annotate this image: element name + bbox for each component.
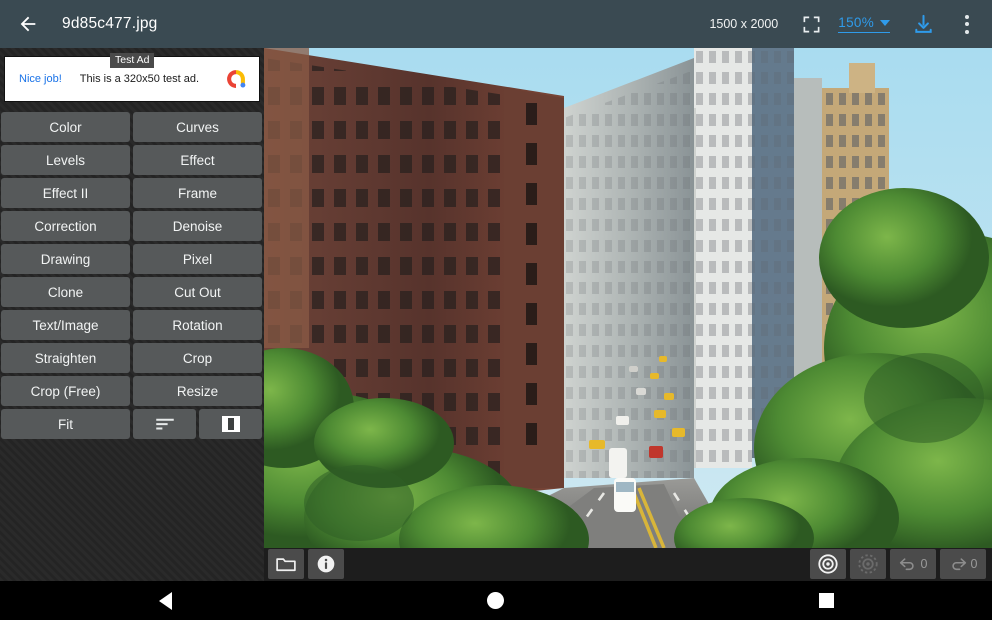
admob-logo-icon xyxy=(223,66,249,92)
ad-banner[interactable]: Nice job! This is a 320x50 test ad. Test… xyxy=(4,56,260,102)
overflow-menu-button[interactable] xyxy=(952,4,982,44)
more-vertical-icon-dot2 xyxy=(965,22,969,26)
tool-button-levels[interactable]: Levels xyxy=(1,145,130,175)
zoom-level-dropdown[interactable]: 150% xyxy=(838,15,890,33)
tool-button-clone[interactable]: Clone xyxy=(1,277,130,307)
redo-count: 0 xyxy=(971,557,978,571)
zoom-level-value: 150% xyxy=(838,15,874,30)
tool-button-effect[interactable]: Effect xyxy=(133,145,262,175)
redo-icon xyxy=(949,556,967,572)
tool-button-straighten[interactable]: Straighten xyxy=(1,343,130,373)
photo-editor-app: 9d85c477.jpg 1500 x 2000 150% xyxy=(0,0,992,620)
tool-button-correction[interactable]: Correction xyxy=(1,211,130,241)
page-title: 9d85c477.jpg xyxy=(62,15,157,33)
target-dashed-icon xyxy=(857,553,879,575)
nav-recents-button[interactable] xyxy=(797,581,857,620)
nav-recents-icon xyxy=(819,593,834,608)
split-compare-icon xyxy=(221,415,241,433)
chevron-down-icon xyxy=(880,20,890,26)
fullscreen-icon xyxy=(802,15,821,34)
top-app-bar: 9d85c477.jpg 1500 x 2000 150% xyxy=(0,0,992,48)
nav-home-button[interactable] xyxy=(466,581,526,620)
back-button[interactable] xyxy=(0,0,56,48)
tool-button-crop[interactable]: Crop xyxy=(133,343,262,373)
image-canvas[interactable] xyxy=(264,48,992,581)
tool-button-color[interactable]: Color xyxy=(1,112,130,142)
tool-button-text-image[interactable]: Text/Image xyxy=(1,310,130,340)
nav-back-icon xyxy=(159,592,172,610)
tool-button-frame[interactable]: Frame xyxy=(133,178,262,208)
ad-cta-label: Nice job! xyxy=(19,73,62,85)
arrow-left-icon xyxy=(17,13,39,35)
target-dashed-button[interactable] xyxy=(850,549,886,579)
ad-body-text: This is a 320x50 test ad. xyxy=(80,73,199,85)
tool-button-grid: Color Curves Levels Effect Effect II Fra… xyxy=(0,112,264,439)
image-left-toolbar xyxy=(268,549,344,579)
folder-icon xyxy=(276,556,296,572)
more-vertical-icon xyxy=(965,15,969,19)
tool-button-denoise[interactable]: Denoise xyxy=(133,211,262,241)
target-filled-icon xyxy=(817,553,839,575)
nav-back-button[interactable] xyxy=(135,581,195,620)
tool-button-crop-free[interactable]: Crop (Free) xyxy=(1,376,130,406)
tool-button-cut-out[interactable]: Cut Out xyxy=(133,277,262,307)
image-dimensions-label: 1500 x 2000 xyxy=(709,17,778,31)
tool-button-compare[interactable] xyxy=(199,409,262,439)
download-button[interactable] xyxy=(906,7,940,41)
tool-button-effect-ii[interactable]: Effect II xyxy=(1,178,130,208)
tool-button-curves[interactable]: Curves xyxy=(133,112,262,142)
image-info-button[interactable] xyxy=(308,549,344,579)
open-folder-button[interactable] xyxy=(268,549,304,579)
top-bar-actions: 1500 x 2000 150% xyxy=(709,0,992,48)
apply-target-button[interactable] xyxy=(810,549,846,579)
ad-badge-label: Test Ad xyxy=(110,53,154,68)
redo-button[interactable]: 0 xyxy=(940,549,986,579)
photo-preview xyxy=(264,48,992,548)
tool-button-rotation[interactable]: Rotation xyxy=(133,310,262,340)
info-icon xyxy=(316,554,336,574)
undo-icon xyxy=(899,556,917,572)
sidebar-bottom-strip xyxy=(0,548,264,581)
tool-button-resize[interactable]: Resize xyxy=(133,376,262,406)
undo-button[interactable]: 0 xyxy=(890,549,936,579)
tool-button-drawing[interactable]: Drawing xyxy=(1,244,130,274)
download-icon xyxy=(912,13,935,36)
image-right-toolbar: 0 0 xyxy=(810,549,986,579)
align-left-icon xyxy=(154,417,176,431)
tool-button-align[interactable] xyxy=(133,409,196,439)
tool-button-fit[interactable]: Fit xyxy=(1,409,130,439)
nav-home-icon xyxy=(487,592,504,609)
undo-count: 0 xyxy=(921,557,928,571)
android-navigation-bar xyxy=(0,581,992,620)
fullscreen-button[interactable] xyxy=(794,7,828,41)
more-vertical-icon-dot3 xyxy=(965,30,969,34)
tool-button-pixel[interactable]: Pixel xyxy=(133,244,262,274)
tools-sidebar: Nice job! This is a 320x50 test ad. Test… xyxy=(0,48,264,581)
